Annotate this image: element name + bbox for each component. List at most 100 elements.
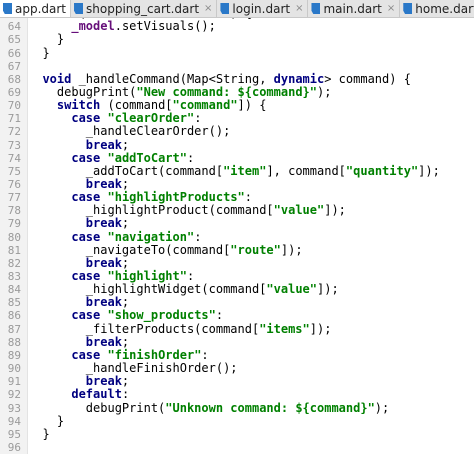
keyword-token: case — [71, 111, 101, 126]
line-number: 93 — [7, 401, 21, 415]
code-token: } — [28, 426, 50, 441]
code-token: ; — [121, 374, 130, 389]
line-number: 88 — [7, 335, 21, 349]
code-line: case "highlightProducts": — [28, 191, 474, 204]
keyword-token: break — [85, 255, 122, 270]
dart-file-icon — [74, 3, 84, 14]
code-line: break; — [28, 334, 474, 349]
line-number: 84 — [7, 283, 21, 297]
keyword-token: case — [71, 229, 101, 244]
keyword-token: case — [71, 269, 101, 283]
line-number: 83 — [7, 270, 21, 283]
line-number: 85 — [7, 296, 21, 310]
code-token: _handleCommand(Map<String, — [71, 71, 274, 86]
code-token: debugPrint( — [28, 84, 137, 99]
code-line: debugPrint("New command: ${command}"); — [28, 84, 474, 99]
code-line: _highlightWidget(command["value"]); — [28, 283, 474, 296]
keyword-token: case — [71, 308, 101, 323]
line-number: 90 — [7, 362, 21, 376]
code-line: _handleFinishOrder(); — [28, 362, 474, 375]
keyword-token: switch — [56, 98, 101, 112]
line-number: 70 — [7, 99, 21, 112]
code-token: ]) { — [237, 98, 267, 112]
line-number: 74 — [7, 151, 21, 165]
code-line: case "finishOrder": — [28, 347, 474, 362]
close-tab-icon[interactable]: × — [387, 3, 395, 14]
keyword-token: case — [71, 347, 101, 362]
tab-login-dart[interactable]: login.dart × — [217, 0, 309, 17]
tab-app-dart[interactable]: app.dart× — [0, 0, 72, 17]
code-token: : — [121, 387, 130, 402]
tab-label: shopping_cart.dart — [86, 1, 200, 16]
string-token: "clearOrder" — [107, 111, 195, 126]
code-token: ]); — [309, 321, 332, 336]
line-number: 71 — [7, 112, 21, 126]
editor-tab-bar: app.dart×shopping_cart.dart×login.dart×m… — [0, 0, 474, 18]
code-line: _navigateTo(command["route"]); — [28, 243, 474, 257]
line-number-gutter: 6364656667686970717273747576777879808182… — [0, 18, 27, 454]
code-line: case "show_products": — [28, 309, 474, 322]
tab-shopping_cart-dart[interactable]: shopping_cart.dart × — [71, 0, 218, 17]
keyword-token: break — [85, 177, 122, 191]
keyword-token: break — [85, 295, 122, 310]
line-number: 68 — [7, 72, 21, 86]
code-line: break; — [28, 217, 474, 230]
code-token: ; — [121, 137, 130, 152]
code-line: case "highlight": — [28, 270, 474, 283]
line-number: 75 — [7, 164, 21, 178]
code-line: break; — [28, 296, 474, 309]
line-number: 86 — [7, 309, 21, 323]
close-tab-icon[interactable]: × — [204, 3, 212, 14]
code-line: debugPrint("Unknown command: ${command}"… — [28, 400, 474, 415]
line-number: 80 — [7, 230, 21, 244]
keyword-token: dynamic — [273, 71, 325, 86]
code-editor[interactable]: if (state == "CONNECTED") { _model.setVi… — [28, 18, 474, 454]
string-token: "navigation" — [107, 229, 195, 244]
keyword-token: break — [85, 334, 122, 349]
code-token: _handleFinishOrder(); — [28, 361, 238, 376]
code-token: ; — [121, 216, 130, 231]
line-number: 69 — [7, 85, 21, 99]
keyword-token: break — [85, 374, 122, 389]
line-number: 96 — [7, 440, 21, 454]
code-line: } — [28, 414, 474, 428]
line-number: 82 — [7, 256, 21, 270]
code-line: _handleClearOrder(); — [28, 125, 474, 138]
line-number: 78 — [7, 204, 21, 218]
code-token: : — [194, 111, 202, 126]
tab-label: login.dart — [232, 1, 291, 16]
keyword-token: break — [85, 137, 122, 152]
line-number: 92 — [7, 388, 21, 402]
code-token: _filterProducts(command[ — [28, 321, 260, 336]
close-tab-icon[interactable]: × — [295, 3, 303, 14]
code-token: (command[ — [100, 98, 173, 112]
tab-main-dart[interactable]: main.dart × — [308, 0, 401, 17]
line-number: 72 — [7, 125, 21, 139]
code-token: ; — [121, 334, 130, 349]
code-line: break; — [28, 255, 474, 270]
code-token: > command) { — [324, 71, 411, 86]
code-token: ; — [121, 255, 130, 270]
line-number: 77 — [7, 191, 21, 205]
code-line: case "navigation": — [28, 229, 474, 244]
line-number: 95 — [7, 427, 21, 441]
code-token: ]); — [418, 163, 440, 178]
string-token: "Unknown command: ${command}" — [165, 400, 375, 415]
line-number: 91 — [7, 375, 21, 389]
code-token: _handleClearOrder(); — [28, 124, 231, 139]
code-line: break; — [28, 178, 474, 191]
code-line: _model.setVisuals(); — [28, 20, 474, 33]
tab-home-dart[interactable]: home.dart× — [400, 0, 474, 17]
line-number: 73 — [7, 138, 21, 152]
